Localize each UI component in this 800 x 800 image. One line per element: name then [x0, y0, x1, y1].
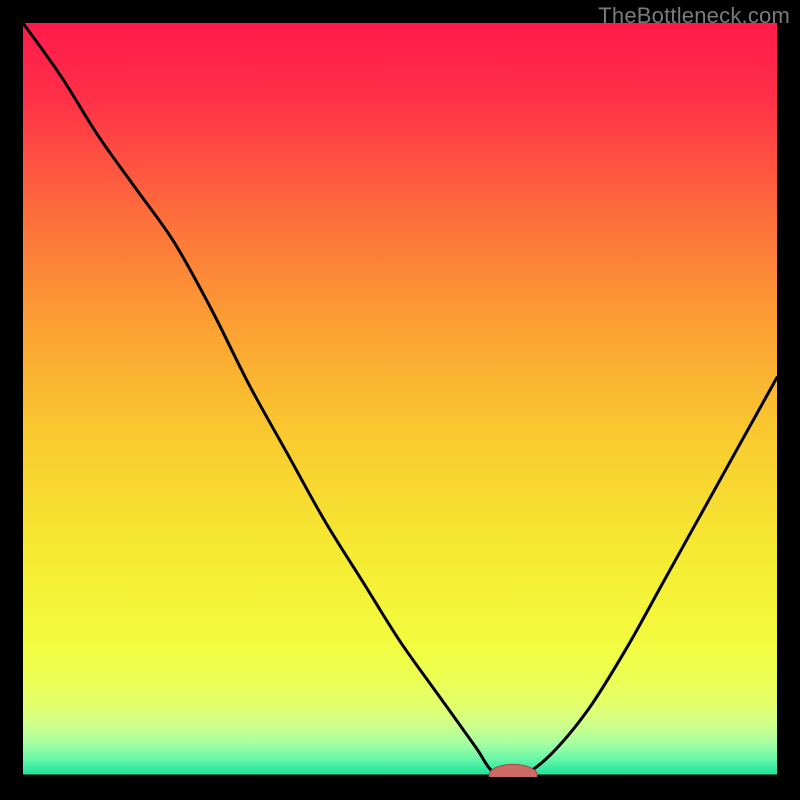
bottleneck-chart [23, 23, 777, 777]
gradient-background [23, 23, 777, 777]
watermark-text: TheBottleneck.com [598, 3, 790, 29]
chart-frame: TheBottleneck.com [0, 0, 800, 800]
plot-area [23, 23, 777, 777]
